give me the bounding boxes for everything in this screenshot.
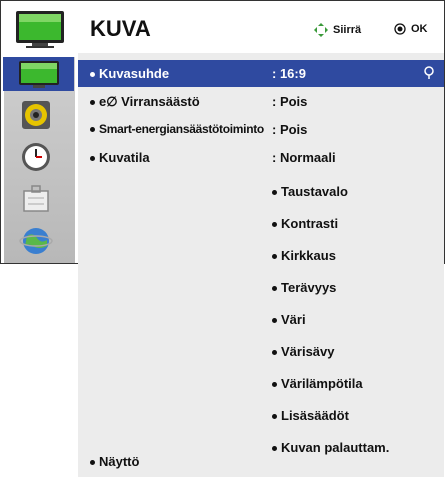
row-value: : Pois bbox=[272, 122, 308, 137]
category-network[interactable] bbox=[11, 224, 61, 258]
category-time[interactable] bbox=[11, 140, 61, 174]
speaker-icon bbox=[22, 101, 50, 129]
row-label: Kuvasuhde bbox=[99, 66, 170, 81]
submenu-item[interactable]: Värilämpötila bbox=[272, 370, 442, 397]
row-label: Smart-energiansäästötoiminto bbox=[99, 122, 264, 136]
submenu-item[interactable]: Kontrasti bbox=[272, 210, 442, 237]
move-hint: Siirrä bbox=[314, 23, 361, 37]
row-label: e∅ Virransäästö bbox=[99, 94, 200, 109]
submenu-item[interactable]: Terävyys bbox=[272, 274, 442, 301]
row-value: : Pois bbox=[272, 94, 308, 109]
tv-icon bbox=[4, 4, 75, 54]
lock-icon bbox=[23, 185, 49, 212]
tv-icon bbox=[18, 61, 59, 88]
menu-row-picture-mode[interactable]: Kuvatila : Normaali bbox=[78, 144, 444, 171]
ok-button-icon bbox=[394, 23, 406, 35]
submenu-item[interactable]: Lisäsäädöt bbox=[272, 402, 442, 429]
category-picture[interactable] bbox=[3, 57, 74, 91]
row-value: : 16:9 bbox=[272, 66, 306, 81]
row-label: Näyttö bbox=[99, 454, 140, 469]
navigation-arrows-icon bbox=[314, 23, 328, 37]
move-hint-label: Siirrä bbox=[333, 24, 362, 36]
menu-row-aspect-ratio[interactable]: Kuvasuhde : 16:9 bbox=[78, 60, 444, 87]
submenu-item[interactable]: Taustavalo bbox=[272, 178, 442, 205]
submenu-item[interactable]: Värisävy bbox=[272, 338, 442, 365]
row-label: Kuvatila bbox=[99, 150, 150, 165]
row-value: : Normaali bbox=[272, 150, 336, 165]
ok-hint-label: OK bbox=[411, 23, 428, 35]
menu-row-power-saving[interactable]: e∅ Virransäästö : Pois bbox=[78, 88, 444, 115]
menu-row-screen[interactable]: Näyttö bbox=[78, 446, 444, 473]
ok-hint: OK bbox=[394, 23, 428, 35]
pointer-icon bbox=[424, 66, 434, 79]
bullet bbox=[90, 72, 95, 78]
bullet bbox=[90, 100, 95, 106]
submenu-item[interactable]: Kirkkaus bbox=[272, 242, 442, 269]
bullet bbox=[90, 156, 95, 162]
category-sound[interactable] bbox=[11, 98, 61, 132]
clock-icon bbox=[22, 143, 50, 171]
submenu-item[interactable]: Väri bbox=[272, 306, 442, 333]
bullet bbox=[90, 127, 95, 133]
globe-icon bbox=[19, 228, 53, 254]
menu-row-smart-energy[interactable]: Smart-energiansäästötoiminto : Pois bbox=[78, 116, 444, 143]
page-title: KUVA bbox=[90, 16, 151, 41]
category-lock[interactable] bbox=[11, 182, 61, 216]
bullet bbox=[90, 460, 95, 466]
menu-header: KUVA Siirrä OK bbox=[78, 1, 444, 53]
